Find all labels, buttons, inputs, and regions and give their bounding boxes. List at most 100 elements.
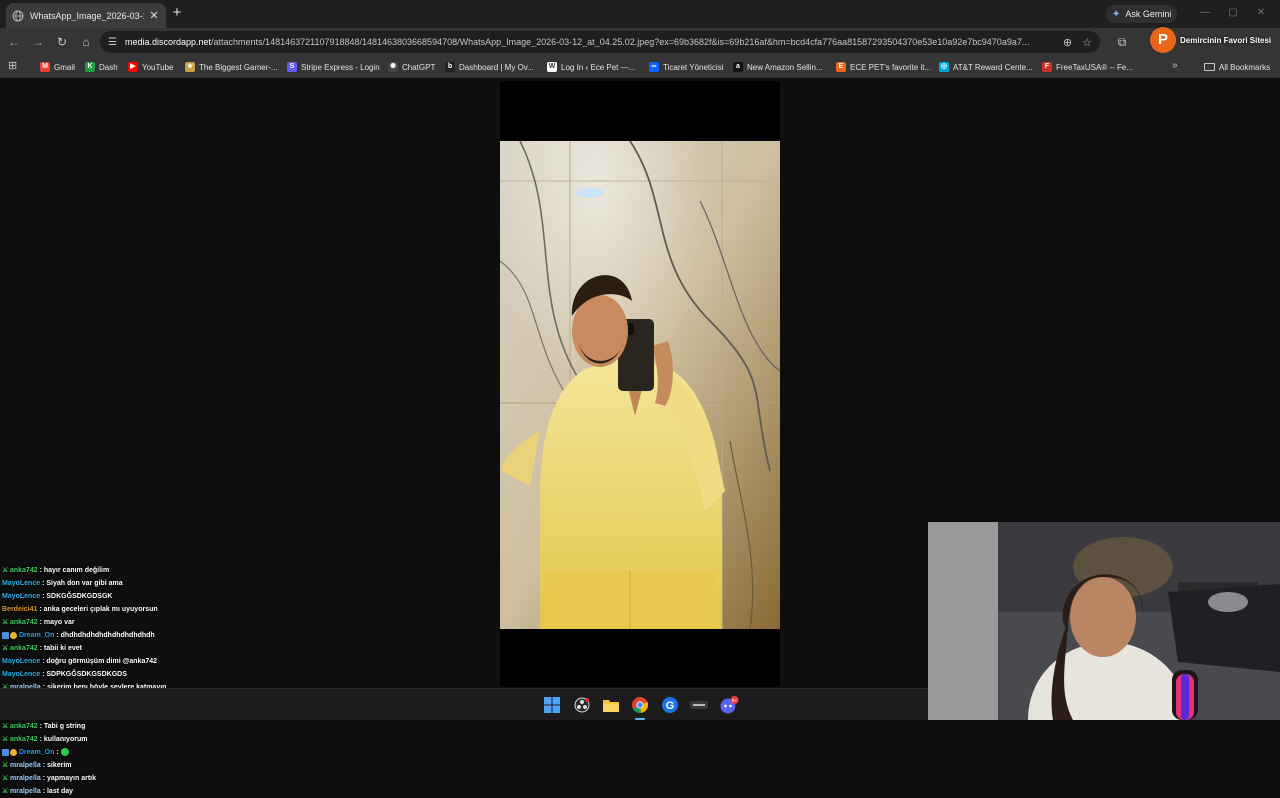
chat-username[interactable]: anka742 bbox=[10, 645, 38, 652]
bookmark-label: Dashboard | My Ov... bbox=[459, 62, 534, 72]
chat-message: ⚔ mralpella : yapmayın artık bbox=[2, 772, 302, 785]
wordpress-icon: W bbox=[547, 62, 557, 72]
moderator-sword-icon: ⚔ bbox=[2, 619, 9, 626]
bookmark-dashboard[interactable]: b Dashboard | My Ov... bbox=[445, 60, 534, 74]
chat-message: MayoLence : SDKGĞSDKGDSGK bbox=[2, 590, 302, 603]
bookmark-gmail[interactable]: M Gmail bbox=[40, 60, 75, 74]
chat-username[interactable]: MayoLence bbox=[2, 658, 40, 665]
bookmark-label: Stripe Express - Login bbox=[301, 62, 380, 72]
new-tab-icon[interactable]: + bbox=[170, 5, 184, 20]
tab-title: WhatsApp_Image_2026-03-12_ bbox=[30, 10, 144, 21]
chat-separator: : bbox=[54, 749, 61, 756]
extensions-icon[interactable]: ⧉ bbox=[1114, 34, 1130, 50]
address-bar[interactable]: ☰ media.discordapp.net/attachments/14814… bbox=[100, 31, 1100, 53]
chat-text: doğru görmüşüm dimi @anka742 bbox=[46, 658, 158, 665]
chat-username[interactable]: MayoLence bbox=[2, 593, 40, 600]
moderator-sword-icon: ⚔ bbox=[2, 762, 9, 769]
chat-text: last day bbox=[46, 788, 74, 795]
bookmark-ece-pet-login[interactable]: W Log In ‹ Ece Pet —... bbox=[547, 60, 635, 74]
chat-username[interactable]: Berdeici41 bbox=[2, 606, 37, 613]
chat-message: MayoLence : doğru görmüşüm dimi @anka742 bbox=[2, 655, 302, 668]
bookmark-stripe[interactable]: S Stripe Express - Login bbox=[287, 60, 380, 74]
etsy-icon: E bbox=[836, 62, 846, 72]
minimize-icon[interactable]: — bbox=[1198, 6, 1212, 20]
bookmark-etsy[interactable]: E ECE PET's favorite it... bbox=[836, 60, 931, 74]
maximize-icon[interactable]: ▢ bbox=[1226, 6, 1240, 20]
chat-text: tabii ki evet bbox=[43, 645, 83, 652]
url-text[interactable]: media.discordapp.net/attachments/1481463… bbox=[125, 37, 1053, 47]
bookmark-chatgpt[interactable]: ✺ ChatGPT bbox=[388, 60, 435, 74]
freetax-icon: F bbox=[1042, 62, 1052, 72]
monitor-app-icon[interactable] bbox=[689, 695, 709, 715]
file-explorer-icon[interactable] bbox=[601, 695, 621, 715]
bookmark-star-icon[interactable]: ☆ bbox=[1082, 36, 1092, 49]
bookmark-att[interactable]: ◎ AT&T Reward Cente... bbox=[939, 60, 1033, 74]
bookmark-youtube[interactable]: ▶ YouTube bbox=[128, 60, 173, 74]
home-icon[interactable]: ⌂ bbox=[78, 34, 94, 50]
chat-text: kullanıyorum bbox=[43, 736, 88, 743]
chat-message: MayoLence : SDPKGĞSDKGSDKGDS bbox=[2, 668, 302, 681]
bookmark-dash[interactable]: K Dash bbox=[85, 60, 118, 74]
site-info-icon[interactable]: ☰ bbox=[108, 37, 117, 48]
zoom-icon[interactable]: ⊕ bbox=[1063, 36, 1072, 49]
chat-text: SDKGĞSDKGDSGK bbox=[46, 593, 113, 600]
bookmark-biggest-gamer[interactable]: ★ The Biggest Gamer-... bbox=[185, 60, 278, 74]
chat-username[interactable]: anka742 bbox=[10, 567, 38, 574]
bookmark-label: ECE PET's favorite it... bbox=[850, 62, 932, 72]
back-icon[interactable]: ← bbox=[6, 34, 22, 50]
chat-username[interactable]: Dream_On bbox=[19, 632, 54, 639]
stream-chat-overlay: ⚔ anka742 : hayır canım değilim MayoLence … bbox=[2, 564, 302, 798]
chat-message: ⚔ anka742 : hayır canım değilim bbox=[2, 564, 302, 577]
chat-username[interactable]: MayoLence bbox=[2, 580, 40, 587]
windows-start-icon[interactable] bbox=[542, 695, 562, 715]
bookmark-label: AT&T Reward Cente... bbox=[953, 62, 1033, 72]
image-viewer[interactable] bbox=[500, 81, 780, 687]
apps-grid-icon[interactable]: ⊞ bbox=[8, 60, 20, 72]
chat-username[interactable]: MayoLence bbox=[2, 671, 40, 678]
chat-message: ⚔ mralpella : last day bbox=[2, 785, 302, 798]
chat-username[interactable]: Dream_On bbox=[19, 749, 54, 756]
prime-badge-icon bbox=[10, 748, 17, 756]
chrome-icon[interactable] bbox=[630, 695, 650, 715]
chat-text: sikerim bbox=[46, 762, 72, 769]
profile-area[interactable]: P Demircinin Favori Sitesi bbox=[1150, 27, 1271, 53]
reload-icon[interactable]: ↻ bbox=[54, 34, 70, 50]
more-bookmarks-icon[interactable]: » bbox=[1172, 60, 1178, 71]
chat-username[interactable]: mralpella bbox=[10, 788, 41, 795]
bookmark-label: Gmail bbox=[54, 62, 75, 72]
chat-message: ⚔ anka742 : mayo var bbox=[2, 616, 302, 629]
google-app-icon[interactable]: G bbox=[660, 695, 680, 715]
chat-username[interactable]: anka742 bbox=[10, 736, 38, 743]
mirror-selfie-photo[interactable] bbox=[500, 141, 780, 629]
chat-username[interactable]: mralpella bbox=[10, 762, 41, 769]
all-bookmarks-button[interactable]: All Bookmarks bbox=[1204, 60, 1270, 74]
bookmark-amazon[interactable]: a New Amazon Sellin... bbox=[733, 60, 823, 74]
bookmark-ticaret[interactable]: ∞ Ticaret Yöneticisi bbox=[649, 60, 723, 74]
close-tab-icon[interactable]: ✕ bbox=[148, 10, 160, 22]
bookmark-label: The Biggest Gamer-... bbox=[199, 62, 278, 72]
chat-username[interactable]: anka742 bbox=[10, 619, 38, 626]
discord-unread-badge: 9+ bbox=[732, 698, 738, 703]
subscriber-badge-icon bbox=[2, 631, 9, 639]
close-window-icon[interactable]: ✕ bbox=[1254, 6, 1268, 20]
chat-message: Dream_On : dhdhdhdhdhdhdhdhdhdhdh bbox=[2, 629, 302, 642]
browser-tab[interactable]: WhatsApp_Image_2026-03-12_ ✕ bbox=[6, 3, 166, 28]
profile-avatar[interactable]: P bbox=[1150, 27, 1176, 53]
obs-icon[interactable] bbox=[572, 695, 592, 715]
gemini-spark-icon: ✦ bbox=[1112, 8, 1121, 20]
ask-gemini-label: Ask Gemini bbox=[1125, 9, 1172, 19]
gmail-icon: M bbox=[40, 62, 50, 72]
chat-username[interactable]: anka742 bbox=[10, 723, 38, 730]
svg-text:G: G bbox=[666, 700, 675, 712]
url-path: /attachments/1481463721107918848/1481463… bbox=[211, 37, 1030, 47]
chat-username[interactable]: mralpella bbox=[10, 775, 41, 782]
meta-icon: ∞ bbox=[649, 62, 659, 72]
chat-message: ⚔ anka742 : tabii ki evet bbox=[2, 642, 302, 655]
bookmarks-bar: ⊞ M Gmail K Dash ▶ YouTube ★ The Biggest Gam… bbox=[0, 56, 1280, 78]
forward-icon[interactable]: → bbox=[30, 34, 46, 50]
tab-strip: WhatsApp_Image_2026-03-12_ ✕ + ✦ Ask Gem… bbox=[0, 0, 1280, 28]
browser-toolbar: ← → ↻ ⌂ ☰ media.discordapp.net/attachmen… bbox=[0, 28, 1280, 56]
bookmark-freetaxusa[interactable]: F FreeTaxUSA® -- Fe... bbox=[1042, 60, 1133, 74]
ask-gemini-button[interactable]: ✦ Ask Gemini bbox=[1106, 5, 1178, 23]
discord-icon[interactable]: 9+ bbox=[719, 695, 739, 715]
